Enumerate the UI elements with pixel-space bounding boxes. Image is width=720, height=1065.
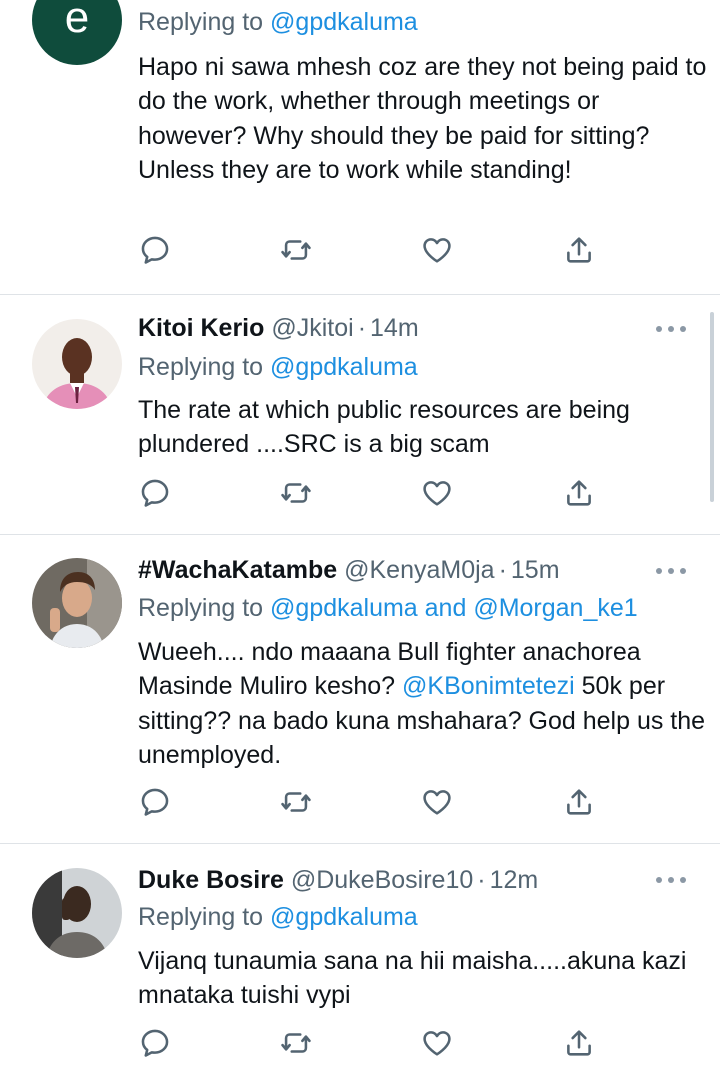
heart-icon[interactable]	[420, 1026, 454, 1060]
separator-dot: ·	[357, 314, 367, 342]
share-icon[interactable]	[562, 476, 596, 510]
reply-mention-link[interactable]: @gpdkaluma and @Morgan_ke1	[270, 594, 638, 622]
avatar-photo	[32, 558, 122, 648]
heart-icon[interactable]	[420, 785, 454, 819]
timestamp[interactable]: 14m	[370, 314, 419, 342]
avatar-letter: e	[64, 0, 90, 42]
scrollbar[interactable]	[710, 312, 714, 502]
separator-dot: ·	[498, 556, 507, 584]
user-handle[interactable]: @KenyaM0ja	[344, 556, 494, 584]
tweet-3[interactable]: #WachaKatambe @KenyaM0ja · 15m Replying to…	[0, 535, 720, 843]
share-icon[interactable]	[562, 785, 596, 819]
display-name[interactable]: Kitoi Kerio	[138, 314, 264, 342]
tweet-header: Kitoi Kerio @Jkitoi · 14m	[138, 313, 419, 343]
tweet-1[interactable]: e Replying to @gpdkaluma Hapo ni sawa mh…	[0, 0, 720, 294]
reply-mention-link[interactable]: @gpdkaluma	[270, 8, 418, 36]
comment-icon[interactable]	[138, 476, 172, 510]
replying-to: Replying to @gpdkaluma	[138, 903, 418, 931]
timestamp[interactable]: 15m	[511, 556, 560, 584]
comment-icon[interactable]	[138, 233, 172, 267]
tweet-text: Hapo ni sawa mhesh coz are they not bein…	[138, 53, 707, 185]
avatar[interactable]: e	[32, 0, 122, 65]
more-options-icon[interactable]	[656, 877, 686, 885]
retweet-icon[interactable]	[279, 476, 313, 510]
more-options-icon[interactable]	[656, 568, 686, 576]
tweet-header: Duke Bosire @DukeBosire10 · 12m	[138, 865, 538, 895]
more-options-icon[interactable]	[656, 326, 686, 334]
heart-icon[interactable]	[420, 233, 454, 267]
retweet-icon[interactable]	[279, 1026, 313, 1060]
reply-mention-link[interactable]: @gpdkaluma	[270, 903, 418, 931]
avatar-photo	[32, 868, 122, 958]
tweet-2[interactable]: Kitoi Kerio @Jkitoi · 14m Replying to @gpd…	[0, 295, 720, 534]
share-icon[interactable]	[562, 233, 596, 267]
separator-dot: ·	[477, 866, 486, 894]
avatar[interactable]	[32, 558, 122, 648]
tweet-actions	[138, 785, 618, 817]
replying-to: Replying to @gpdkaluma	[138, 353, 418, 381]
avatar[interactable]	[32, 319, 122, 409]
user-handle[interactable]: @DukeBosire10	[291, 866, 473, 894]
tweet-text: Vijanq tunaumia sana na hii maisha.....a…	[138, 947, 687, 1010]
tweet-actions	[138, 1026, 618, 1058]
share-icon[interactable]	[562, 1026, 596, 1060]
tweet-header: #WachaKatambe @KenyaM0ja · 15m	[138, 555, 560, 585]
display-name[interactable]: Duke Bosire	[138, 866, 284, 894]
avatar-photo	[32, 319, 122, 409]
replying-to: Replying to @gpdkaluma and @Morgan_ke1	[138, 594, 638, 622]
comment-icon[interactable]	[138, 1026, 172, 1060]
reply-mention-link[interactable]: @gpdkaluma	[270, 353, 418, 381]
tweet-text: Wueeh.... ndo maaana Bull fighter anacho…	[138, 638, 706, 770]
timestamp[interactable]: 12m	[490, 866, 539, 894]
tweet-4[interactable]: Duke Bosire @DukeBosire10 · 12m Replying t…	[0, 844, 720, 1057]
mention-link[interactable]: @KBonimtetezi	[402, 672, 575, 700]
comment-icon[interactable]	[138, 785, 172, 819]
avatar[interactable]	[32, 868, 122, 958]
retweet-icon[interactable]	[279, 785, 313, 819]
tweet-actions	[138, 233, 618, 265]
heart-icon[interactable]	[420, 476, 454, 510]
replying-to: Replying to @gpdkaluma	[138, 8, 418, 36]
retweet-icon[interactable]	[279, 233, 313, 267]
display-name[interactable]: #WachaKatambe	[138, 556, 337, 584]
user-handle[interactable]: @Jkitoi	[271, 314, 353, 342]
tweet-text: The rate at which public resources are b…	[138, 396, 630, 459]
tweet-actions	[138, 476, 618, 508]
